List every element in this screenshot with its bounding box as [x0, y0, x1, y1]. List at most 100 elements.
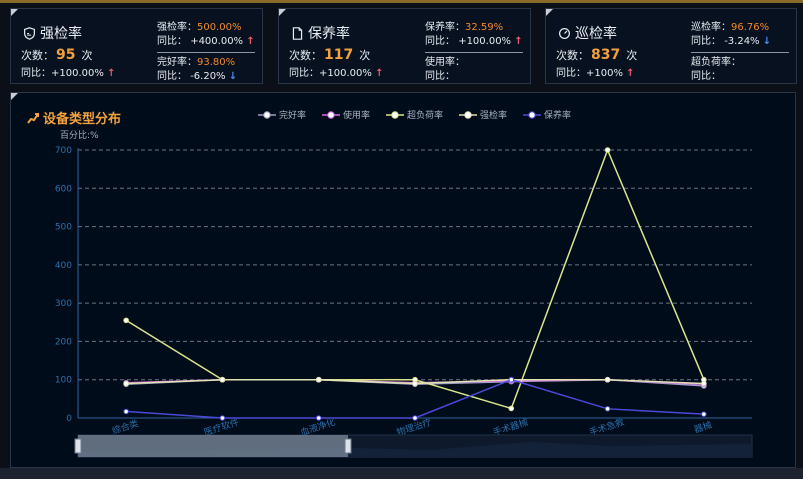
rate-label: 超负荷率：	[691, 57, 741, 68]
card-mandatory-inspection: 强检率 次数： 95 次 同比：+100.00% ↑ 强检率：500.00% 同比：…	[10, 8, 263, 84]
count-unit: 次	[359, 49, 371, 62]
yoy-label: 同比：	[21, 68, 51, 79]
count-label: 次数：	[556, 49, 589, 62]
count-label: 次数：	[289, 49, 322, 62]
legend-swatch-dot[interactable]	[263, 111, 271, 119]
arrow-up-icon: ↑	[375, 68, 384, 79]
rate-yoy-value: -6.20%	[190, 71, 226, 82]
rate-yoy-label: 同比：	[157, 36, 187, 47]
legend-label[interactable]: 超负荷率	[407, 109, 443, 121]
y-tick-label: 400	[55, 261, 72, 271]
legend-swatch-dot[interactable]	[464, 111, 472, 119]
card-maintenance: 保养率 次数： 117 次 同比：+100.00% ↑ 保养率：32.59% 同比：…	[278, 8, 531, 84]
zoom-handle-right[interactable]	[344, 438, 352, 454]
yoy-label: 同比：	[556, 68, 586, 79]
data-point[interactable]	[604, 376, 611, 383]
rate-yoy-value: -3.24%	[724, 36, 760, 47]
yoy-value: +100%	[586, 68, 623, 79]
card-patrol-inspection: 巡检率 次数： 837 次 同比：+100% ↑ 巡检率：96.76% 同比： -3…	[545, 8, 797, 84]
data-point[interactable]	[123, 408, 129, 415]
legend-swatch-dot[interactable]	[327, 111, 335, 119]
x-tick-label: 综合类	[111, 417, 140, 437]
card-corner	[279, 9, 286, 16]
data-point[interactable]	[508, 405, 515, 412]
legend-label[interactable]: 保养率	[544, 109, 571, 121]
x-tick-label: 器械	[693, 419, 714, 436]
arrow-up-icon: ↑	[514, 36, 523, 47]
data-point[interactable]	[508, 376, 515, 383]
data-point[interactable]	[315, 376, 322, 383]
rate-yoy-value: +100.00%	[458, 36, 512, 47]
card-corner	[546, 9, 553, 16]
yoy-label: 同比：	[289, 68, 319, 79]
y-tick-label: 700	[55, 146, 72, 156]
count-value: 837	[591, 47, 621, 63]
rate-label: 强检率：	[157, 22, 197, 33]
count-unit: 次	[81, 49, 93, 62]
count-unit: 次	[626, 49, 638, 62]
data-point[interactable]	[412, 380, 418, 387]
arrow-up-icon: ↑	[626, 68, 635, 79]
zoom-handle-left[interactable]	[74, 438, 82, 454]
y-tick-label: 600	[55, 184, 72, 194]
y-tick-label: 300	[55, 299, 72, 309]
card-title: 保养率	[308, 26, 350, 42]
rate-label: 巡检率：	[691, 22, 731, 33]
data-point[interactable]	[123, 317, 129, 324]
rate-yoy-label: 同比：	[425, 36, 455, 47]
divider	[157, 52, 255, 53]
data-point[interactable]	[412, 415, 418, 421]
shield-icon	[24, 26, 35, 40]
rate-yoy-label: 同比：	[157, 71, 187, 82]
count-value: 95	[56, 47, 76, 63]
count-value: 117	[324, 47, 354, 63]
top-accent-bar	[0, 0, 803, 3]
legend-label[interactable]: 强检率	[480, 109, 507, 121]
yoy-value: +100.00%	[51, 68, 104, 79]
rate-value: 500.00%	[197, 22, 242, 33]
gauge-icon	[559, 27, 570, 39]
data-point[interactable]	[604, 147, 611, 153]
divider	[425, 52, 523, 53]
line-chart: 0100200300400500600700百分比:%综合类 医疗软件 血液净化 物理…	[55, 109, 753, 458]
legend-label[interactable]: 完好率	[279, 109, 306, 121]
y-tick-label: 500	[55, 223, 72, 233]
divider	[691, 52, 789, 53]
y-tick-label: 0	[66, 414, 72, 424]
y-tick-label: 200	[55, 337, 72, 347]
yoy-value: +100.00%	[319, 68, 372, 79]
arrow-up-icon: ↑	[107, 68, 116, 79]
card-title: 巡检率	[575, 26, 617, 42]
card-title: 强检率	[40, 26, 82, 42]
data-point[interactable]	[219, 415, 226, 421]
legend-swatch-dot[interactable]	[391, 111, 399, 119]
data-point[interactable]	[604, 406, 611, 412]
arrow-up-icon: ↑	[246, 36, 255, 47]
rate-yoy-label: 同比：	[691, 36, 721, 47]
zoom-slider-window[interactable]	[78, 435, 348, 457]
rate-value: 96.76%	[731, 22, 770, 33]
arrow-down-icon: ↓	[762, 36, 772, 47]
card-corner	[11, 9, 18, 16]
rate-label: 使用率：	[425, 57, 465, 68]
rate-yoy-label: 同比：	[425, 71, 455, 82]
data-point[interactable]	[123, 380, 129, 387]
rate-yoy-value: +400.00%	[190, 36, 244, 47]
y-axis-label: 百分比:%	[60, 129, 99, 141]
bottom-strip	[0, 468, 803, 479]
rate-value: 32.59%	[465, 22, 504, 33]
arrow-down-icon: ↓	[228, 71, 238, 82]
document-icon	[292, 26, 303, 40]
legend-swatch-dot[interactable]	[528, 111, 536, 119]
rate-yoy-label: 同比：	[691, 71, 721, 82]
rate-value: 93.80%	[197, 57, 236, 68]
rate-label: 保养率：	[425, 22, 465, 33]
legend-label[interactable]: 使用率	[343, 109, 370, 121]
data-point[interactable]	[701, 411, 707, 417]
data-point[interactable]	[219, 376, 226, 383]
rate-label: 完好率：	[157, 57, 197, 68]
y-tick-label: 100	[55, 376, 72, 386]
count-label: 次数：	[21, 49, 54, 62]
data-point[interactable]	[315, 415, 322, 421]
data-point[interactable]	[701, 380, 707, 387]
